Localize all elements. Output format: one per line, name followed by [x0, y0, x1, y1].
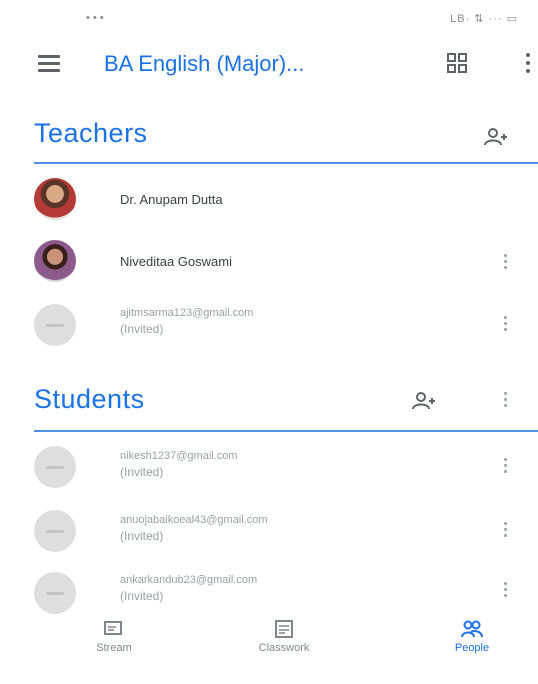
- more-vert-icon[interactable]: [525, 52, 531, 74]
- teacher-row[interactable]: ajitmsarma123@gmail.com (Invited): [0, 294, 538, 352]
- teachers-title: Teachers: [34, 118, 148, 148]
- invited-status: (Invited): [120, 529, 164, 543]
- tab-people-label: People: [454, 642, 490, 654]
- students-title: Students: [34, 384, 145, 414]
- more-vert-icon[interactable]: [502, 458, 508, 478]
- avatar: [34, 304, 76, 346]
- teacher-name: Niveditaa Goswami: [120, 254, 232, 269]
- more-vert-icon[interactable]: [502, 582, 508, 602]
- status-bar: • • • LB· ⇅ ··· ▭: [0, 0, 538, 40]
- avatar: [34, 572, 76, 614]
- add-student-icon[interactable]: [412, 392, 436, 410]
- tab-stream-label: Stream: [96, 642, 132, 654]
- teacher-row[interactable]: Dr. Anupam Dutta: [0, 170, 538, 228]
- menu-icon[interactable]: [38, 55, 60, 73]
- tab-stream[interactable]: Stream: [54, 620, 174, 654]
- classwork-icon: [275, 620, 293, 638]
- people-icon: [461, 620, 483, 638]
- students-header: Students: [0, 376, 538, 432]
- teacher-row[interactable]: Niveditaa Goswami: [0, 232, 538, 290]
- avatar: [34, 446, 76, 488]
- teachers-header: Teachers: [0, 108, 538, 164]
- student-row[interactable]: nikesh1237@gmail.com (Invited): [0, 438, 538, 496]
- teacher-email: ajitmsarma123@gmail.com: [120, 307, 254, 319]
- student-email: nikesh1237@gmail.com: [120, 450, 238, 462]
- status-bar-left: • • •: [86, 12, 104, 24]
- stream-icon: [104, 621, 122, 635]
- more-vert-icon[interactable]: [502, 522, 508, 542]
- invited-status: (Invited): [120, 322, 164, 336]
- app-bar: BA English (Major)...: [0, 40, 538, 90]
- class-title: BA English (Major)...: [104, 51, 305, 76]
- students-divider: [34, 430, 538, 432]
- avatar: [34, 178, 76, 220]
- invited-status: (Invited): [120, 465, 164, 479]
- more-vert-icon[interactable]: [502, 316, 508, 336]
- more-vert-icon[interactable]: [502, 392, 508, 412]
- tab-classwork[interactable]: Classwork: [224, 620, 344, 654]
- teacher-name: Dr. Anupam Dutta: [120, 192, 223, 207]
- tab-classwork-label: Classwork: [258, 642, 310, 654]
- status-bar-right: LB· ⇅ ··· ▭: [450, 13, 518, 25]
- avatar: [34, 240, 76, 282]
- student-email: ankarkandub23@gmail.com: [120, 574, 258, 586]
- student-row[interactable]: anuojabaikoeal43@gmail.com (Invited): [0, 502, 538, 560]
- avatar: [34, 510, 76, 552]
- student-email: anuojabaikoeal43@gmail.com: [120, 514, 268, 526]
- more-vert-icon[interactable]: [502, 254, 508, 274]
- invited-status: (Invited): [120, 589, 164, 603]
- add-teacher-icon[interactable]: [484, 128, 508, 146]
- bottom-navigation: Stream Classwork People: [0, 612, 538, 672]
- teachers-divider: [34, 162, 538, 164]
- tab-people[interactable]: People: [412, 620, 532, 654]
- apps-icon[interactable]: [447, 53, 467, 73]
